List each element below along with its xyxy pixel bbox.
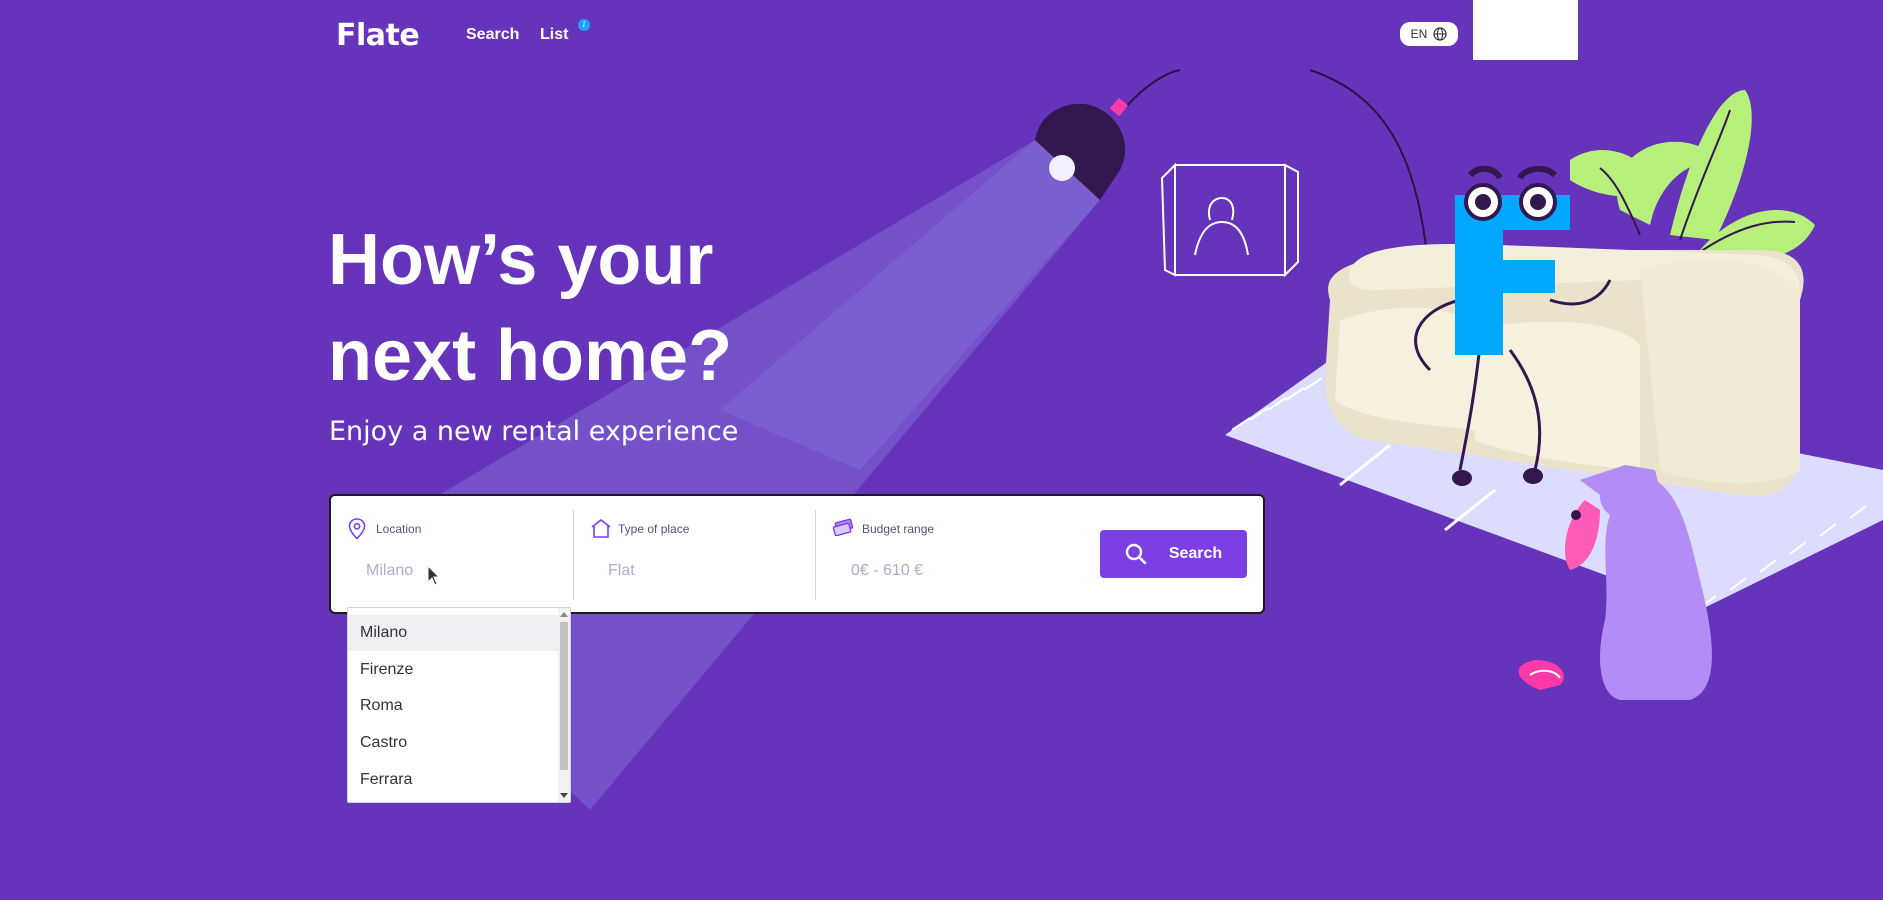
- hero-title-line-2: next home?: [328, 316, 733, 396]
- location-label: Location: [376, 522, 422, 536]
- top-navigation: Flate Search List i EN: [0, 0, 1883, 72]
- dropdown-option-castro[interactable]: Castro: [348, 725, 559, 761]
- info-icon[interactable]: i: [578, 19, 590, 31]
- header-blank-panel: [1473, 0, 1578, 60]
- money-icon: [832, 518, 854, 536]
- budget-range-label: Budget range: [862, 522, 935, 536]
- nav-link-search[interactable]: Search: [466, 26, 519, 44]
- plant: [1570, 90, 1815, 262]
- mouse-cursor-icon: [427, 565, 441, 586]
- search-icon: [1125, 543, 1147, 565]
- scroll-up-arrow-icon[interactable]: [560, 612, 568, 617]
- hero-illustration: [330, 69, 1883, 810]
- dropdown-option-roma[interactable]: Roma: [348, 688, 559, 724]
- location-pin-icon: [348, 518, 366, 540]
- search-button[interactable]: Search: [1100, 530, 1247, 578]
- type-of-place-input[interactable]: Flat: [608, 562, 635, 580]
- type-of-place-label: Type of place: [618, 522, 690, 536]
- scroll-down-arrow-icon[interactable]: [560, 793, 568, 798]
- dropdown-option-ferrara[interactable]: Ferrara: [348, 762, 559, 798]
- location-input[interactable]: Milano: [366, 562, 413, 580]
- dropdown-scrollbar[interactable]: [558, 608, 570, 802]
- dropdown-option-milano[interactable]: Milano: [348, 615, 559, 651]
- flate-logo[interactable]: Flate: [336, 18, 420, 53]
- search-bar: Location Milano Type of place Flat Budge…: [329, 494, 1265, 614]
- location-dropdown[interactable]: Milano Firenze Roma Castro Ferrara: [347, 607, 571, 803]
- budget-range-field[interactable]: Budget range 0€ - 610 €: [815, 508, 1085, 598]
- hero-title: How’s your next home?: [328, 212, 1028, 404]
- globe-icon: [1433, 27, 1447, 41]
- nav-link-list[interactable]: List: [540, 26, 568, 44]
- hero-title-line-1: How’s your: [328, 220, 714, 300]
- dropdown-option-firenze[interactable]: Firenze: [348, 652, 559, 688]
- window-outline-icon: [1160, 162, 1299, 278]
- type-of-place-field[interactable]: Type of place Flat: [573, 508, 815, 598]
- search-button-label: Search: [1168, 545, 1223, 562]
- budget-range-input[interactable]: 0€ - 610 €: [851, 562, 923, 580]
- language-label: EN: [1410, 27, 1428, 41]
- location-field[interactable]: Location Milano: [331, 508, 573, 598]
- lamp-cord: [1124, 69, 1431, 281]
- scroll-thumb[interactable]: [560, 622, 568, 770]
- language-selector[interactable]: EN: [1400, 22, 1458, 46]
- house-icon: [591, 518, 611, 538]
- hero-subtitle: Enjoy a new rental experience: [329, 416, 739, 447]
